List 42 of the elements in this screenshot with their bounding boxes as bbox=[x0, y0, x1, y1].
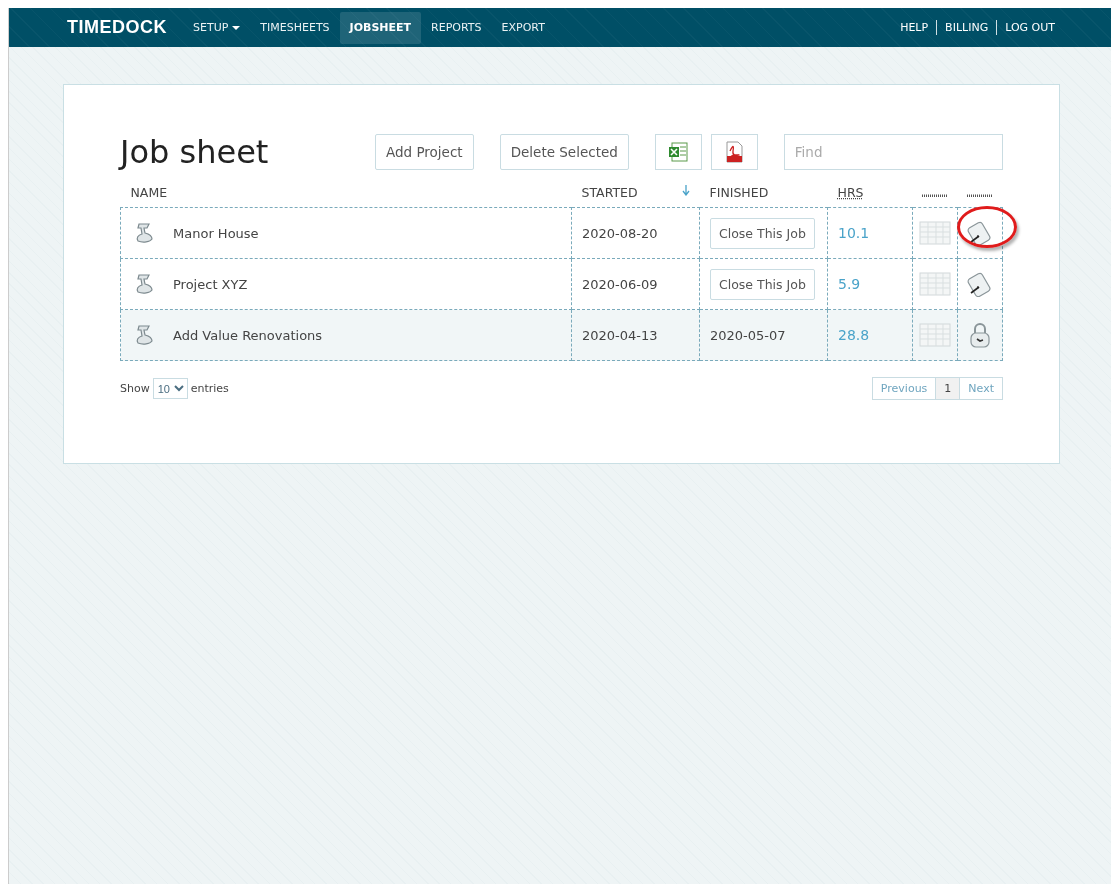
name-cell[interactable]: Project XYZ bbox=[120, 258, 572, 310]
spreadsheet-thumbnail-icon[interactable] bbox=[919, 323, 951, 347]
table-cell: 2020-05-07 bbox=[699, 309, 828, 361]
page-size-select[interactable]: 10 bbox=[152, 378, 188, 399]
nav-link[interactable]: HELP bbox=[892, 20, 937, 35]
search-field[interactable]: Find bbox=[783, 134, 1003, 170]
spreadsheet-thumbnail-icon[interactable] bbox=[919, 272, 951, 296]
column-header[interactable]: STARTED bbox=[581, 184, 638, 200]
table-cell: 2020-06-09 bbox=[571, 258, 700, 310]
name-cell[interactable]: Manor House bbox=[120, 207, 572, 259]
column-header[interactable]: NAME bbox=[130, 184, 168, 200]
page-link[interactable]: 1 bbox=[935, 378, 960, 399]
page-title: Job sheet bbox=[120, 133, 270, 171]
table-cell: 2020-04-13 bbox=[571, 309, 700, 361]
pdf-export-button[interactable] bbox=[710, 134, 758, 170]
logo[interactable]: TIMEDOCK bbox=[67, 17, 167, 38]
nav-link[interactable]: LOG OUT bbox=[996, 20, 1063, 35]
spreadsheet-thumbnail-icon[interactable] bbox=[919, 221, 951, 245]
close-job-button[interactable]: Close This Job bbox=[710, 268, 815, 300]
nav-tab[interactable]: JOBSHEET bbox=[339, 11, 422, 44]
nav-tab[interactable]: REPORTS bbox=[421, 11, 492, 44]
spreadsheet-icon bbox=[668, 141, 689, 163]
column-header-mark bbox=[967, 193, 993, 197]
action-button[interactable]: Delete Selected bbox=[499, 134, 629, 170]
excel-export-button[interactable] bbox=[654, 134, 702, 170]
nav-tab[interactable]: EXPORT bbox=[491, 11, 555, 44]
show-label: Show bbox=[120, 382, 150, 395]
close-job-button[interactable]: Close This Job bbox=[710, 217, 815, 249]
nav-tab[interactable]: TIMESHEETS bbox=[250, 11, 340, 44]
nav-link[interactable]: BILLING bbox=[936, 20, 997, 35]
action-button[interactable]: Add Project bbox=[375, 134, 474, 170]
column-header-mark bbox=[922, 193, 948, 197]
column-header[interactable]: HRS bbox=[837, 184, 864, 200]
project-name: Manor House bbox=[173, 225, 259, 241]
entries-label: entries bbox=[190, 382, 229, 395]
project-name: Add Value Renovations bbox=[173, 327, 323, 343]
name-cell[interactable]: Add Value Renovations bbox=[120, 309, 572, 361]
nav-tab[interactable]: SETUP bbox=[183, 11, 251, 44]
pdf-icon bbox=[724, 141, 745, 163]
column-header[interactable]: FINISHED bbox=[709, 184, 769, 200]
project-name: Project XYZ bbox=[173, 276, 248, 292]
table-cell: 2020-08-20 bbox=[571, 207, 700, 259]
